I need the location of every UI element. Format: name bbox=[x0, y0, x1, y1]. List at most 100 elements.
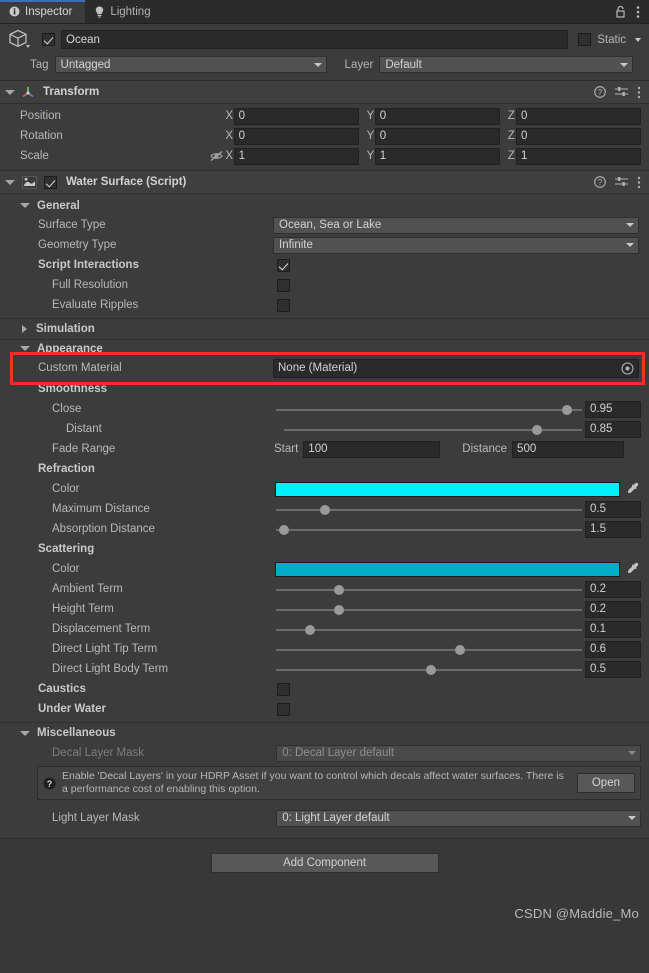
script-interactions-checkbox[interactable] bbox=[277, 258, 290, 272]
height-term-slider[interactable] bbox=[276, 601, 582, 618]
axis-y-label: Y bbox=[366, 110, 375, 122]
water-surface-header[interactable]: Water Surface (Script) ? bbox=[0, 171, 649, 194]
evaluate-ripples-checkbox[interactable] bbox=[277, 298, 290, 312]
ambient-term-slider[interactable] bbox=[276, 581, 582, 598]
rotation-x-input[interactable] bbox=[233, 127, 359, 145]
slider-knob[interactable] bbox=[561, 404, 572, 415]
scale-z-input[interactable] bbox=[516, 147, 641, 165]
cube-icon[interactable] bbox=[8, 28, 34, 52]
tag-dropdown[interactable]: Untagged bbox=[54, 56, 327, 73]
slider-knob[interactable] bbox=[334, 584, 345, 595]
displacement-term-input[interactable] bbox=[585, 620, 641, 638]
kebab-menu-icon[interactable] bbox=[637, 176, 641, 189]
smoothness-distant-slider[interactable] bbox=[284, 421, 582, 438]
rotation-z-input[interactable] bbox=[516, 127, 642, 145]
max-distance-input[interactable] bbox=[585, 500, 641, 518]
static-dropdown-arrow-icon[interactable] bbox=[635, 37, 641, 42]
slider-knob[interactable] bbox=[304, 624, 315, 635]
height-term-input[interactable] bbox=[585, 600, 641, 618]
full-resolution-checkbox[interactable] bbox=[277, 278, 290, 292]
scattering-color-swatch[interactable] bbox=[275, 561, 621, 577]
constrain-proportions-off-icon[interactable] bbox=[209, 150, 225, 162]
direct-light-tip-term-row: Direct Light Tip Term bbox=[0, 639, 649, 659]
miscellaneous-section-header[interactable]: Miscellaneous bbox=[0, 723, 649, 743]
rotation-y-input[interactable] bbox=[374, 127, 500, 145]
fade-start-label: Start bbox=[274, 443, 299, 455]
fade-start-input[interactable] bbox=[303, 440, 441, 458]
direct-light-tip-input[interactable] bbox=[585, 640, 641, 658]
eyedropper-icon[interactable] bbox=[625, 482, 641, 497]
slider-knob[interactable] bbox=[334, 604, 345, 615]
tab-lighting[interactable]: Lighting bbox=[85, 0, 163, 23]
simulation-section-header[interactable]: Simulation bbox=[0, 319, 649, 339]
kebab-menu-icon[interactable] bbox=[637, 86, 641, 99]
geometry-type-dropdown[interactable]: Infinite bbox=[273, 236, 639, 254]
decal-layer-mask-row: Decal Layer Mask 0: Decal Layer default bbox=[0, 743, 649, 763]
layer-dropdown[interactable]: Default bbox=[379, 56, 634, 73]
preset-icon[interactable] bbox=[615, 176, 628, 188]
help-icon[interactable]: ? bbox=[594, 86, 606, 98]
smoothness-close-input[interactable] bbox=[585, 400, 641, 418]
slider-knob[interactable] bbox=[320, 504, 331, 515]
add-component-button[interactable]: Add Component bbox=[210, 853, 439, 873]
position-y-input[interactable] bbox=[374, 107, 500, 125]
appearance-section-header[interactable]: Appearance bbox=[0, 340, 649, 357]
preset-icon[interactable] bbox=[615, 86, 628, 98]
gameobject-enabled-checkbox[interactable] bbox=[42, 33, 55, 46]
direct-light-body-label: Direct Light Body Term bbox=[52, 663, 169, 675]
water-surface-enabled-checkbox[interactable] bbox=[44, 175, 57, 189]
absorption-distance-slider[interactable] bbox=[276, 521, 582, 538]
decal-layer-mask-value: 0: Decal Layer default bbox=[282, 747, 395, 759]
foldout-arrow-icon[interactable] bbox=[22, 325, 27, 333]
smoothness-close-slider[interactable] bbox=[276, 401, 582, 418]
direct-light-body-slider[interactable] bbox=[276, 661, 582, 678]
slider-knob[interactable] bbox=[532, 424, 543, 435]
direct-light-body-input[interactable] bbox=[585, 660, 641, 678]
eyedropper-icon[interactable] bbox=[625, 562, 641, 577]
foldout-arrow-icon[interactable] bbox=[20, 730, 30, 736]
position-z-input[interactable] bbox=[516, 107, 642, 125]
foldout-arrow-icon[interactable] bbox=[20, 203, 30, 208]
fade-distance-input[interactable] bbox=[512, 440, 625, 458]
static-checkbox[interactable] bbox=[578, 33, 592, 46]
gameobject-name-input[interactable] bbox=[61, 30, 569, 49]
help-icon[interactable]: ? bbox=[594, 176, 606, 188]
general-section-header[interactable]: General bbox=[0, 196, 649, 215]
absorption-distance-input[interactable] bbox=[585, 520, 641, 538]
light-layer-mask-dropdown[interactable]: 0: Light Layer default bbox=[276, 809, 641, 827]
water-surface-header-actions: ? bbox=[594, 176, 641, 189]
foldout-arrow-icon[interactable] bbox=[5, 179, 15, 185]
smoothness-distant-input[interactable] bbox=[585, 420, 641, 438]
direct-light-tip-slider[interactable] bbox=[276, 641, 582, 658]
position-x-input[interactable] bbox=[233, 107, 359, 125]
refraction-color-swatch[interactable] bbox=[275, 481, 621, 497]
open-hdrp-asset-button[interactable]: Open bbox=[576, 773, 635, 793]
decal-layers-help-text: Enable 'Decal Layers' in your HDRP Asset… bbox=[62, 770, 564, 795]
slider-knob[interactable] bbox=[425, 664, 436, 675]
lock-icon[interactable] bbox=[615, 5, 626, 18]
static-label: Static bbox=[597, 33, 626, 46]
transform-component: Transform ? Position X Y Z bbox=[0, 81, 649, 171]
object-picker-icon[interactable] bbox=[621, 361, 634, 375]
displacement-term-slider[interactable] bbox=[276, 621, 582, 638]
max-distance-slider[interactable] bbox=[276, 501, 582, 518]
tab-inspector[interactable]: Inspector bbox=[0, 0, 86, 23]
under-water-checkbox[interactable] bbox=[277, 702, 290, 716]
max-distance-label: Maximum Distance bbox=[52, 503, 150, 515]
slider-knob[interactable] bbox=[454, 644, 465, 655]
foldout-arrow-icon[interactable] bbox=[20, 346, 30, 351]
scale-y-input[interactable] bbox=[374, 147, 500, 165]
axis-y-label: Y bbox=[366, 150, 375, 162]
slider-knob[interactable] bbox=[278, 524, 289, 535]
surface-type-dropdown[interactable]: Ocean, Sea or Lake bbox=[273, 216, 639, 234]
transform-header[interactable]: Transform ? bbox=[0, 81, 649, 104]
caustics-checkbox[interactable] bbox=[277, 682, 290, 696]
ambient-term-input[interactable] bbox=[585, 580, 641, 598]
tab-bar-actions bbox=[615, 0, 649, 23]
kebab-menu-icon[interactable] bbox=[636, 5, 640, 19]
custom-material-object-field[interactable]: None (Material) bbox=[273, 358, 639, 378]
light-layer-mask-value: 0: Light Layer default bbox=[282, 812, 390, 824]
foldout-arrow-icon[interactable] bbox=[5, 89, 15, 95]
scale-x-input[interactable] bbox=[233, 147, 359, 165]
